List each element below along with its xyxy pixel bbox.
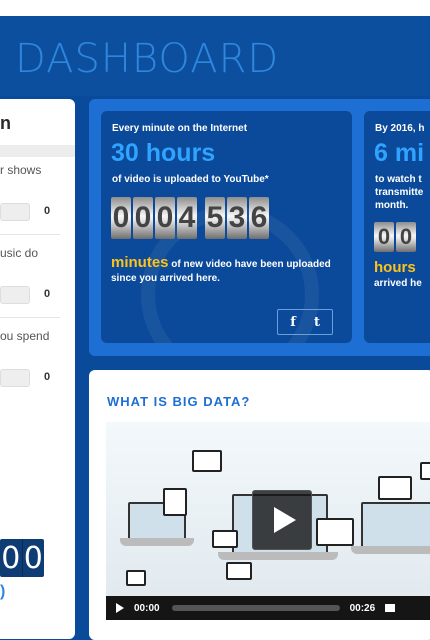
question-rule xyxy=(0,234,60,235)
odometer-digit: 6 xyxy=(249,197,269,239)
stat-headline: 30 hours xyxy=(111,139,216,167)
question-1-text: r shows xyxy=(0,163,42,177)
question-3-value: 0 xyxy=(44,371,51,383)
video-controls: 00:00 00:26 xyxy=(106,596,430,620)
odometer-separator xyxy=(199,197,203,239)
stat-subline: to watch t transmitte month. xyxy=(375,174,424,211)
device-illustration xyxy=(378,476,412,500)
stat-footer: minutes of new video have been uploaded … xyxy=(111,254,331,286)
device-illustration xyxy=(163,488,187,516)
panel-divider xyxy=(0,145,75,157)
video-play-overlay-button[interactable] xyxy=(252,490,312,550)
play-icon[interactable] xyxy=(116,603,124,613)
duration: 00:26 xyxy=(349,602,376,614)
stat-card-second: By 2016, h 6 mi to watch t transmitte mo… xyxy=(364,111,430,343)
laptop-base xyxy=(120,538,194,546)
top-strip xyxy=(0,0,430,16)
stat-intro: Every minute on the Internet xyxy=(112,123,248,134)
question-2-text: usic do xyxy=(0,246,39,260)
odometer-digit: 5 xyxy=(205,197,225,239)
device-illustration xyxy=(316,518,354,546)
progress-track[interactable] xyxy=(171,605,340,611)
odometer-digit: 3 xyxy=(227,197,247,239)
laptop-base xyxy=(351,546,430,554)
odometer-digit: 0 xyxy=(155,197,175,239)
left-quiz-panel: n r shows 0 usic do 0 ou spend 0 0 0 ) xyxy=(0,99,75,639)
big-data-section: WHAT IS BIG DATA? 00:00 00:26 xyxy=(89,370,430,640)
share-buttons: f t xyxy=(277,309,333,335)
device-illustration xyxy=(192,450,222,472)
stat-headline: 6 mi xyxy=(374,139,425,167)
section-title: WHAT IS BIG DATA? xyxy=(107,394,251,409)
facebook-share-icon[interactable]: f xyxy=(284,313,302,331)
stat-intro: By 2016, h xyxy=(375,123,425,134)
play-icon xyxy=(274,507,296,533)
question-1-value: 0 xyxy=(44,205,51,217)
stat-footer: hours arrived he xyxy=(374,259,430,291)
stat-highlight-rest: arrived he xyxy=(374,278,422,289)
stat-subline: of video is uploaded to YouTube* xyxy=(112,174,269,185)
odometer-counter: 0 0 xyxy=(374,222,416,252)
question-2-input[interactable] xyxy=(0,286,30,304)
twitter-share-icon[interactable]: t xyxy=(308,313,326,331)
volume-icon[interactable] xyxy=(385,604,396,612)
laptop-illustration xyxy=(361,502,430,548)
question-1-input[interactable] xyxy=(0,203,30,221)
stat-card-youtube: Every minute on the Internet 30 hours of… xyxy=(101,111,352,343)
result-counter: 0 0 xyxy=(0,539,44,577)
stat-highlight-word: hours xyxy=(374,259,416,276)
odometer-digit: 0 xyxy=(374,222,394,252)
counter-digit: 0 xyxy=(21,539,45,577)
odometer-digit: 0 xyxy=(396,222,416,252)
result-paren: ) xyxy=(0,583,6,600)
page-title: DASHBOARD xyxy=(15,36,280,82)
question-rule xyxy=(0,317,60,318)
question-2-value: 0 xyxy=(44,288,51,300)
device-illustration xyxy=(226,562,252,580)
video-player[interactable]: 00:00 00:26 xyxy=(106,422,430,620)
device-illustration xyxy=(420,462,430,480)
question-3-input[interactable] xyxy=(0,369,30,387)
laptop-base xyxy=(218,552,338,560)
odometer-digit: 0 xyxy=(133,197,153,239)
device-illustration xyxy=(126,570,146,586)
panel-title: n xyxy=(0,113,11,133)
device-illustration xyxy=(212,530,238,548)
question-3-text: ou spend xyxy=(0,329,50,343)
current-time: 00:00 xyxy=(134,602,160,614)
counter-digit: 0 xyxy=(1,540,21,576)
odometer-digit: 4 xyxy=(177,197,197,239)
stats-panel: Every minute on the Internet 30 hours of… xyxy=(89,99,430,356)
odometer-digit: 0 xyxy=(111,197,131,239)
odometer-counter: 0 0 0 4 5 3 6 xyxy=(111,197,269,239)
stat-highlight-word: minutes xyxy=(111,254,169,271)
